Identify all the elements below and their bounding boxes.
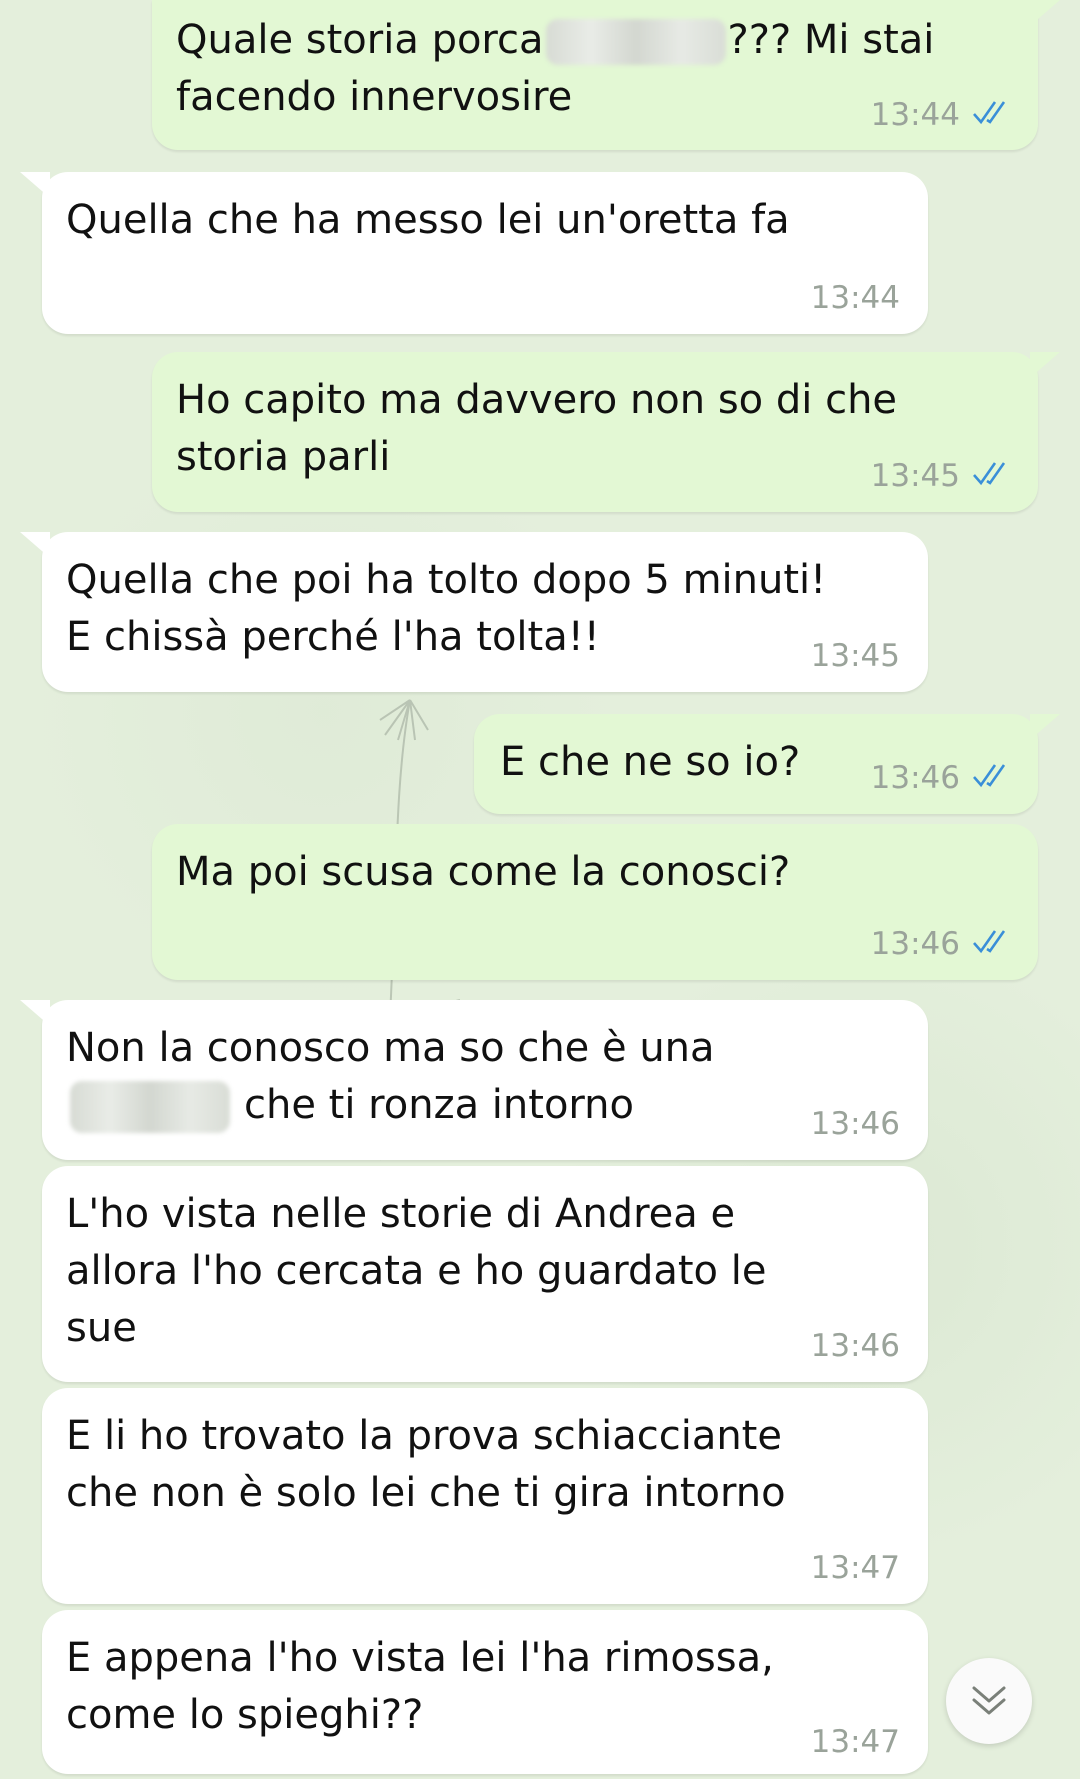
- message-text: E che ne so io?: [500, 739, 801, 785]
- message-text: E li ho trovato la prova schiacciante ch…: [66, 1413, 786, 1516]
- message-text: Ma poi scusa come la conosci?: [176, 849, 791, 895]
- message-bubble-incoming[interactable]: Non la conosco ma so che è una che ti ro…: [20, 1000, 928, 1160]
- double-chevron-down-icon: [972, 1686, 1006, 1715]
- message-timestamp: 13:46: [810, 1106, 900, 1142]
- message-text: Ho capito ma davvero non so di che stori…: [176, 377, 898, 480]
- message-bubble-outgoing[interactable]: Quale storia porca??? Mi stai facendo in…: [152, 0, 1060, 150]
- chat-area[interactable]: Quale storia porca??? Mi stai facendo in…: [0, 0, 1080, 1779]
- redacted-text-blur: [545, 19, 726, 65]
- message-text: Quale storia porca??? Mi stai facendo in…: [176, 17, 935, 120]
- message-timestamp: 13:46: [870, 760, 960, 796]
- message-bubble-incoming[interactable]: E appena l'ho vista lei l'ha rimossa, co…: [42, 1610, 928, 1774]
- message-bubble-incoming[interactable]: Quella che ha messo lei un'oretta fa 13:…: [20, 172, 928, 334]
- double-check-icon: [973, 101, 1006, 125]
- message-text: L'ho vista nelle storie di Andrea e allo…: [66, 1191, 767, 1351]
- message-bubble-outgoing[interactable]: E che ne so io? 13:46: [474, 714, 1060, 814]
- message-timestamp: 13:46: [810, 1328, 900, 1364]
- message-bubble-incoming[interactable]: L'ho vista nelle storie di Andrea e allo…: [42, 1166, 928, 1382]
- redacted-text-blur: [70, 1081, 230, 1133]
- message-timestamp: 13:44: [870, 97, 960, 133]
- message-timestamp: 13:46: [870, 926, 960, 962]
- message-timestamp: 13:47: [810, 1724, 900, 1760]
- message-timestamp: 13:47: [810, 1550, 900, 1586]
- message-bubble-incoming[interactable]: E li ho trovato la prova schiacciante ch…: [42, 1388, 928, 1604]
- double-check-icon: [973, 764, 1006, 788]
- message-timestamp: 13:45: [870, 458, 960, 494]
- message-text: Quella che ha messo lei un'oretta fa: [66, 197, 790, 243]
- message-bubble-outgoing[interactable]: Ma poi scusa come la conosci? 13:46: [152, 824, 1038, 980]
- double-check-icon: [973, 462, 1006, 486]
- message-bubble-outgoing[interactable]: Ho capito ma davvero non so di che stori…: [152, 352, 1060, 512]
- message-timestamp: 13:44: [810, 280, 900, 316]
- message-text: Non la conosco ma so che è una che ti ro…: [66, 1020, 715, 1134]
- message-bubble-incoming[interactable]: Quella che poi ha tolto dopo 5 minuti! E…: [20, 532, 928, 692]
- message-text: Quella che poi ha tolto dopo 5 minuti! E…: [66, 557, 827, 660]
- message-timestamp: 13:45: [810, 638, 900, 674]
- double-check-icon: [973, 930, 1006, 954]
- scroll-to-bottom-button[interactable]: [946, 1658, 1032, 1744]
- message-text: E appena l'ho vista lei l'ha rimossa, co…: [66, 1635, 774, 1738]
